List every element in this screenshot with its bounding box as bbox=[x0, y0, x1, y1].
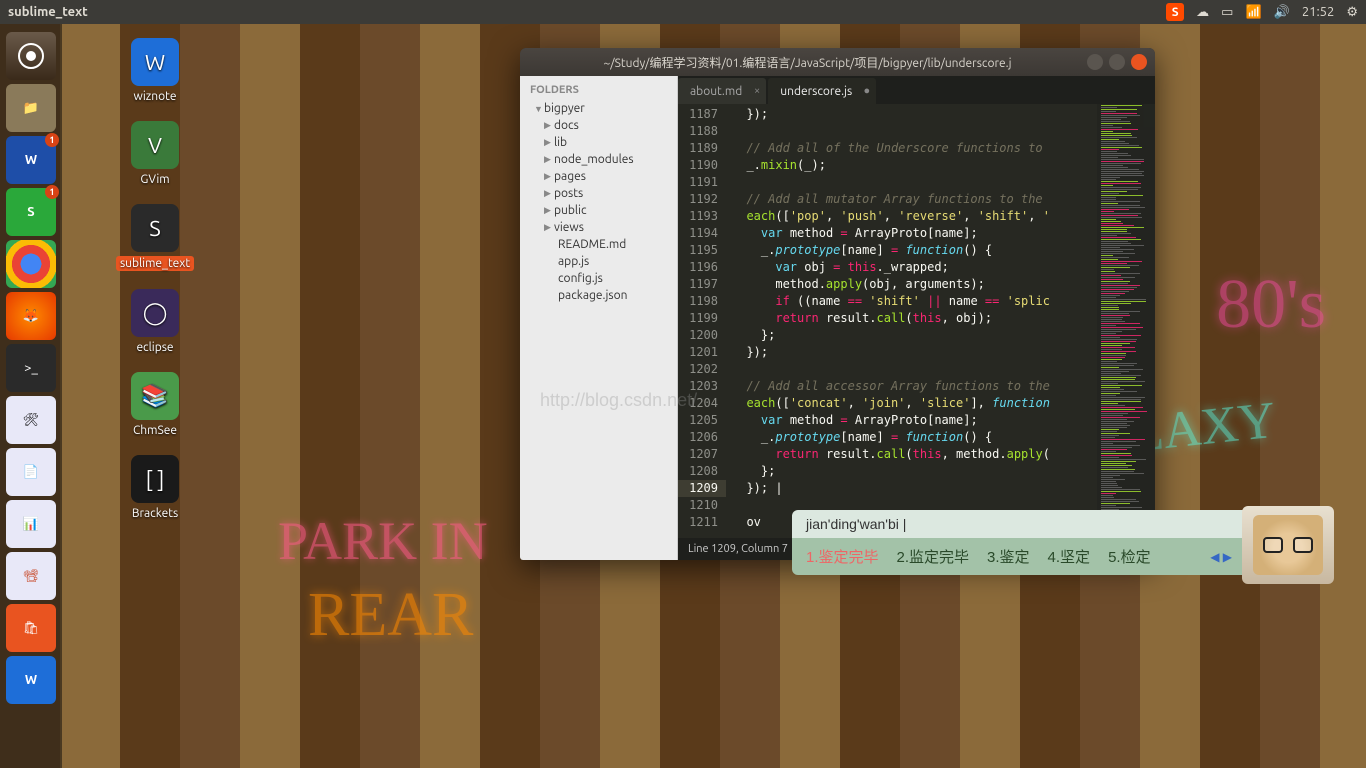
ime-page-nav[interactable]: ◀ ▶ bbox=[1210, 550, 1232, 564]
sidebar-file[interactable]: config.js bbox=[520, 270, 677, 287]
desktop-icon-wiznote[interactable]: Wwiznote bbox=[110, 38, 200, 103]
sublime-text-window: ~/Study/编程学习资料/01.编程语言/JavaScript/项目/big… bbox=[520, 48, 1155, 560]
launcher-impress[interactable]: 📽 bbox=[6, 552, 56, 600]
focused-app-name: sublime_text bbox=[8, 5, 88, 19]
launcher-terminal[interactable]: >_ bbox=[6, 344, 56, 392]
ime-candidate-window: jian'ding'wan'bi | 1.鉴定完毕2.监定完毕3.鉴定4.坚定5… bbox=[792, 510, 1332, 575]
desktop-icon-sublime_text[interactable]: Ssublime_text bbox=[110, 204, 200, 271]
ime-candidate[interactable]: 3.鉴定 bbox=[987, 546, 1030, 567]
ime-candidate[interactable]: 5.检定 bbox=[1108, 546, 1151, 567]
launcher-writer[interactable]: 📄 bbox=[6, 448, 56, 496]
minimap[interactable] bbox=[1097, 104, 1155, 538]
desktop-icons: Wwiznote VGVim Ssublime_text ◯eclipse 📚ChmSe… bbox=[110, 38, 200, 538]
clock[interactable]: 21:52 bbox=[1302, 5, 1335, 19]
top-panel: sublime_text S ☁ ▭ 📶 🔊 21:52 ⚙ bbox=[0, 0, 1366, 24]
dash-home-icon[interactable] bbox=[6, 32, 56, 80]
ime-mascot-avatar bbox=[1242, 506, 1334, 584]
sidebar-folder[interactable]: ▶docs bbox=[520, 117, 677, 134]
window-maximize-button[interactable] bbox=[1109, 54, 1125, 70]
window-titlebar[interactable]: ~/Study/编程学习资料/01.编程语言/JavaScript/项目/big… bbox=[520, 48, 1155, 76]
sidebar-folder[interactable]: ▶lib bbox=[520, 134, 677, 151]
sound-icon[interactable]: 🔊 bbox=[1274, 5, 1290, 20]
desktop-icon-ChmSee[interactable]: 📚ChmSee bbox=[110, 372, 200, 437]
editor-tab[interactable]: about.md× bbox=[678, 78, 766, 104]
wallpaper-decoration: REAR bbox=[308, 580, 473, 651]
code-editor[interactable]: }); // Add all of the Underscore functio… bbox=[726, 104, 1097, 538]
network-icon[interactable]: 📶 bbox=[1245, 5, 1261, 20]
launcher-software-center[interactable]: 🛍 bbox=[6, 604, 56, 652]
weather-icon[interactable]: ☁ bbox=[1196, 5, 1209, 20]
ime-candidate[interactable]: 2.监定完毕 bbox=[897, 546, 970, 567]
line-gutter[interactable]: 1187118811891190119111921193119411951196… bbox=[678, 104, 726, 538]
launcher-word[interactable]: W1 bbox=[6, 136, 56, 184]
window-title: ~/Study/编程学习资料/01.编程语言/JavaScript/项目/big… bbox=[528, 54, 1087, 71]
launcher-wiznote[interactable]: W bbox=[6, 656, 56, 704]
sidebar-folder[interactable]: ▶public bbox=[520, 202, 677, 219]
sidebar-folder[interactable]: ▶node_modules bbox=[520, 151, 677, 168]
tab-bar: about.md×underscore.js● bbox=[678, 76, 1155, 104]
launcher-chrome[interactable] bbox=[6, 240, 56, 288]
sidebar-folder[interactable]: ▶views bbox=[520, 219, 677, 236]
session-gear-icon[interactable]: ⚙ bbox=[1346, 5, 1358, 20]
sogou-ime-indicator[interactable]: S bbox=[1166, 3, 1184, 21]
sidebar-folder[interactable]: ▶pages bbox=[520, 168, 677, 185]
desktop-icon-Brackets[interactable]: [ ]Brackets bbox=[110, 455, 200, 520]
editor-area: about.md×underscore.js● 1187118811891190… bbox=[678, 76, 1155, 560]
desktop-icon-GVim[interactable]: VGVim bbox=[110, 121, 200, 186]
sidebar-header: FOLDERS bbox=[520, 76, 677, 100]
sidebar-file[interactable]: app.js bbox=[520, 253, 677, 270]
launcher-workbench[interactable]: 🛠 bbox=[6, 396, 56, 444]
desktop-icon-eclipse[interactable]: ◯eclipse bbox=[110, 289, 200, 354]
wallpaper-decoration: 80's bbox=[1216, 265, 1326, 345]
ime-candidate[interactable]: 4.坚定 bbox=[1048, 546, 1091, 567]
launcher-firefox[interactable]: 🦊 bbox=[6, 292, 56, 340]
sublime-sidebar: FOLDERS ▼bigpyer ▶docs▶lib▶node_modules▶… bbox=[520, 76, 678, 560]
launcher-calc[interactable]: 📊 bbox=[6, 500, 56, 548]
status-cursor-position: Line 1209, Column 7 bbox=[688, 543, 788, 555]
window-close-button[interactable] bbox=[1131, 54, 1147, 70]
window-minimize-button[interactable] bbox=[1087, 54, 1103, 70]
launcher-skype[interactable]: S1 bbox=[6, 188, 56, 236]
tab-close-icon[interactable]: × bbox=[754, 85, 760, 97]
battery-icon[interactable]: ▭ bbox=[1221, 5, 1233, 20]
sidebar-folder[interactable]: ▶posts bbox=[520, 185, 677, 202]
wallpaper-decoration: PARK IN bbox=[278, 510, 488, 572]
sidebar-root-folder[interactable]: ▼bigpyer bbox=[520, 100, 677, 117]
ime-candidate[interactable]: 1.鉴定完毕 bbox=[806, 546, 879, 567]
sidebar-file[interactable]: README.md bbox=[520, 236, 677, 253]
editor-tab[interactable]: underscore.js● bbox=[768, 78, 876, 104]
sidebar-file[interactable]: package.json bbox=[520, 287, 677, 304]
unity-launcher: 📁 W1 S1 🦊 >_ 🛠 📄 📊 📽 🛍 W bbox=[0, 24, 62, 768]
tab-dirty-icon[interactable]: ● bbox=[864, 85, 871, 97]
launcher-files[interactable]: 📁 bbox=[6, 84, 56, 132]
